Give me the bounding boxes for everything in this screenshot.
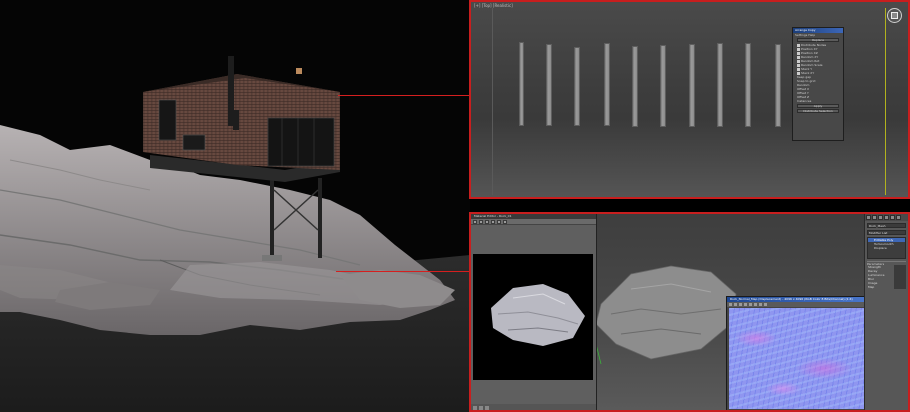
tool-icon[interactable] <box>734 303 737 306</box>
callout-line-top <box>338 95 470 96</box>
tool-icon[interactable] <box>764 303 767 306</box>
top-viewport[interactable]: [+] [Top] [Realistic] Arrange Copy Setti… <box>469 0 910 199</box>
spinner-field[interactable] <box>894 285 906 289</box>
motion-tab-icon[interactable] <box>884 215 889 220</box>
normal-map-toolbar[interactable] <box>727 302 867 307</box>
plank-mesh[interactable] <box>604 43 610 126</box>
plank-mesh[interactable] <box>574 47 580 126</box>
tool-icon[interactable] <box>749 303 752 306</box>
parameter-row[interactable]: Map <box>865 285 908 289</box>
normal-map-window[interactable]: Rock_Normal_Map (Displacement) - 4096 x … <box>726 296 868 410</box>
tool-icon[interactable] <box>759 303 762 306</box>
dialog-menu[interactable]: Settings Help <box>793 33 843 37</box>
plank-mesh[interactable] <box>775 44 781 127</box>
plank-mesh[interactable] <box>689 44 695 127</box>
tool-icon[interactable] <box>744 303 747 306</box>
rock-preview-image <box>491 284 585 346</box>
modifier-stack[interactable]: Editable Poly Turbosmooth Displace <box>867 237 906 259</box>
plank-mesh[interactable] <box>717 43 723 127</box>
status-icon[interactable] <box>485 406 489 410</box>
dialog-section-label: Instances <box>797 99 812 103</box>
utilities-tab-icon[interactable] <box>896 215 901 220</box>
modifier-stack-item[interactable]: Displace <box>868 246 905 250</box>
create-tab-icon[interactable] <box>866 215 871 220</box>
material-toolbar[interactable] <box>471 219 596 225</box>
plank-mesh[interactable] <box>745 43 751 127</box>
command-tabs[interactable] <box>865 214 908 221</box>
display-tab-icon[interactable] <box>890 215 895 220</box>
modifier-list-dropdown[interactable]: Modifier List <box>867 230 906 235</box>
normal-map-title[interactable]: Rock_Normal_Map (Displacement) - 4096 x … <box>727 297 867 302</box>
plank-mesh[interactable] <box>660 45 666 127</box>
apply-button[interactable]: Apply <box>797 104 839 108</box>
viewcube-icon[interactable] <box>887 8 902 23</box>
material-status-bar <box>471 404 596 410</box>
plank-mesh[interactable] <box>546 44 552 126</box>
tool-icon[interactable] <box>739 303 742 306</box>
bottom-viewport[interactable]: Material Editor - Rock_01 Rock_Normal_Ma… <box>469 212 910 412</box>
replace-button[interactable]: Replace <box>797 38 839 42</box>
tool-icon[interactable] <box>473 220 477 224</box>
modify-tab-icon[interactable] <box>872 215 877 220</box>
normal-map-image <box>729 308 865 409</box>
arrange-dialog[interactable]: Arrange Copy Settings Help Replace Distr… <box>792 27 844 141</box>
hierarchy-tab-icon[interactable] <box>878 215 883 220</box>
tool-icon[interactable] <box>479 220 483 224</box>
status-icon[interactable] <box>473 406 477 410</box>
tool-icon[interactable] <box>491 220 495 224</box>
object-name-field[interactable]: Rock_Mesh <box>867 223 906 228</box>
tool-icon[interactable] <box>497 220 501 224</box>
tool-icon[interactable] <box>485 220 489 224</box>
material-preview[interactable] <box>473 254 593 380</box>
plank-mesh[interactable] <box>519 42 524 126</box>
render-viewport <box>0 0 470 412</box>
tool-icon[interactable] <box>503 220 507 224</box>
rock-mesh-viewport[interactable] <box>591 254 741 364</box>
material-editor-window[interactable]: Material Editor - Rock_01 <box>471 214 597 410</box>
plank-mesh[interactable] <box>632 46 638 127</box>
callout-line-bottom <box>336 271 470 272</box>
status-icon[interactable] <box>479 406 483 410</box>
house-on-rock-render <box>0 0 470 412</box>
tool-icon[interactable] <box>729 303 732 306</box>
tool-icon[interactable] <box>754 303 757 306</box>
distribute-button[interactable]: Distribute Selection <box>797 109 839 113</box>
command-panel[interactable]: Rock_Mesh Modifier List Editable Poly Tu… <box>864 214 908 410</box>
